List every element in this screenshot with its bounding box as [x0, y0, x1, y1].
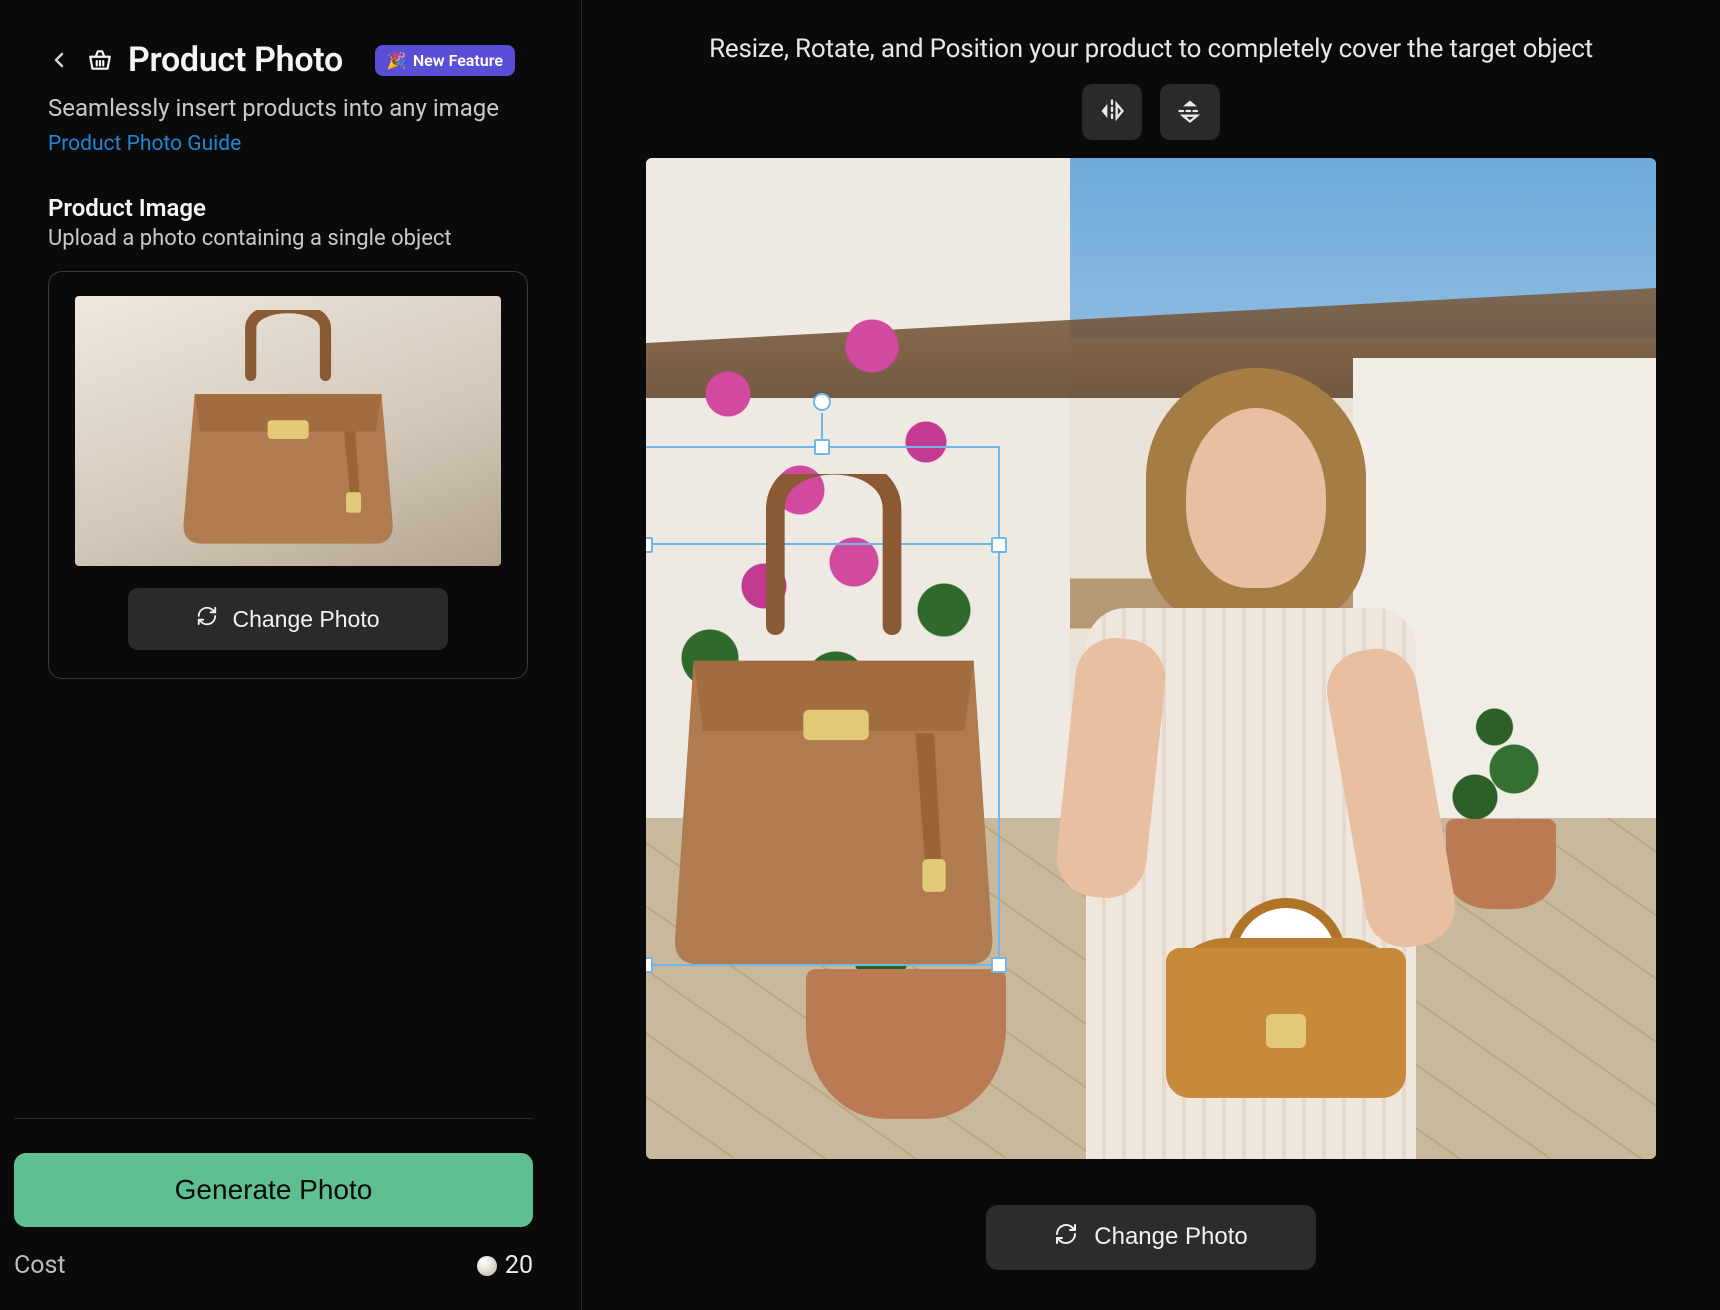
product-thumbnail — [75, 296, 501, 566]
rotate-handle[interactable] — [813, 393, 831, 411]
product-image-desc: Upload a photo containing a single objec… — [48, 226, 533, 251]
refresh-icon — [1054, 1222, 1078, 1253]
change-scene-photo-label: Change Photo — [1094, 1223, 1247, 1251]
cost-value: 20 — [505, 1251, 533, 1280]
product-thumbnail-card: Change Photo — [48, 271, 528, 679]
change-scene-photo-button[interactable]: Change Photo — [986, 1205, 1316, 1270]
resize-handle-br[interactable] — [991, 957, 1007, 973]
flip-horizontal-button[interactable] — [1082, 84, 1142, 140]
new-feature-badge: 🎉 New Feature — [375, 45, 515, 76]
change-product-photo-button[interactable]: Change Photo — [128, 588, 448, 650]
page-subtitle: Seamlessly insert products into any imag… — [48, 94, 533, 122]
main-canvas-area: Resize, Rotate, and Position your produc… — [582, 0, 1720, 1310]
guide-link[interactable]: Product Photo Guide — [48, 132, 241, 156]
back-chevron-icon[interactable] — [46, 47, 72, 73]
badge-label: New Feature — [413, 51, 503, 70]
change-product-photo-label: Change Photo — [232, 606, 379, 633]
flip-vertical-button[interactable] — [1160, 84, 1220, 140]
canvas-toolbar — [1082, 84, 1220, 140]
refresh-icon — [196, 605, 218, 633]
flip-horizontal-icon — [1098, 97, 1126, 128]
sidebar: Product Photo 🎉 New Feature Seamlessly i… — [0, 0, 582, 1310]
flip-vertical-icon — [1176, 97, 1204, 128]
resize-handle-tm[interactable] — [814, 439, 830, 455]
cost-label: Cost — [14, 1251, 66, 1280]
page-title: Product Photo — [128, 40, 343, 80]
canvas-instruction: Resize, Rotate, and Position your produc… — [709, 34, 1593, 64]
overlaid-product[interactable] — [646, 448, 998, 964]
person-placeholder — [1026, 338, 1466, 1158]
selection-bounding-box[interactable] — [646, 446, 1000, 966]
editor-canvas[interactable] — [646, 158, 1656, 1159]
resize-handle-bl[interactable] — [646, 957, 653, 973]
cost-row: Cost 20 — [14, 1251, 533, 1280]
party-emoji-icon: 🎉 — [387, 51, 407, 70]
coin-icon — [477, 1256, 497, 1276]
basket-icon — [86, 46, 114, 74]
product-image-title: Product Image — [48, 194, 533, 222]
target-bag — [1166, 898, 1406, 1098]
generate-photo-button[interactable]: Generate Photo — [14, 1153, 533, 1227]
